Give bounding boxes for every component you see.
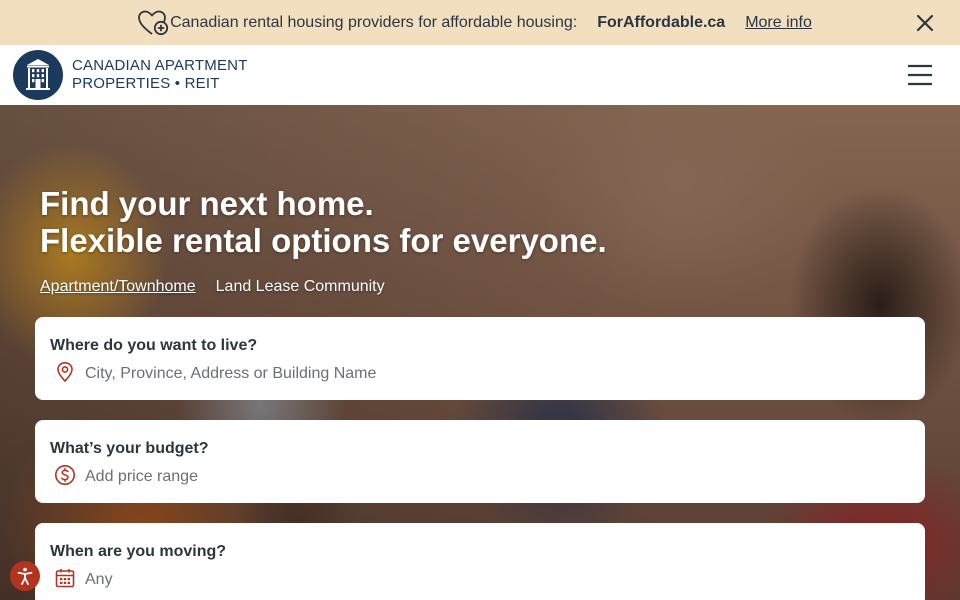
budget-label: What’s your budget? <box>50 440 209 457</box>
banner-brand-link[interactable]: ForAffordable.ca <box>597 14 725 32</box>
hamburger-menu-icon[interactable] <box>908 64 932 86</box>
close-icon[interactable] <box>914 12 936 34</box>
budget-card[interactable]: What’s your budget? <box>35 420 925 503</box>
site-logo[interactable]: CANADIAN APARTMENT PROPERTIES • REIT <box>13 50 248 100</box>
logo-line-1: CANADIAN APARTMENT <box>72 57 248 74</box>
property-type-tabs: Apartment/Townhome Land Lease Community <box>40 278 385 296</box>
map-pin-icon <box>57 361 73 383</box>
calendar-icon <box>55 569 75 588</box>
logo-line-2: PROPERTIES • REIT <box>72 75 220 92</box>
banner-text: Canadian rental housing providers for af… <box>170 13 578 31</box>
more-info-link[interactable]: More info <box>745 14 812 32</box>
location-search-card[interactable]: Where do you want to live? <box>35 317 925 400</box>
accessibility-button[interactable] <box>10 561 40 591</box>
site-header: CANADIAN APARTMENT PROPERTIES • REIT <box>0 45 960 105</box>
location-input[interactable] <box>85 363 885 385</box>
dollar-circle-icon <box>55 465 75 485</box>
announcement-banner: Canadian rental housing providers for af… <box>0 0 960 45</box>
accessibility-icon <box>17 567 33 585</box>
tab-apartment-townhome[interactable]: Apartment/Townhome <box>40 278 196 296</box>
move-date-card[interactable]: When are you moving? <box>35 523 925 600</box>
move-date-label: When are you moving? <box>50 543 227 560</box>
location-label: Where do you want to live? <box>50 337 258 354</box>
move-date-input[interactable] <box>85 569 885 591</box>
logo-wordmark: CANADIAN APARTMENT PROPERTIES • REIT <box>72 57 248 93</box>
hero-title: Find your next home. Flexible rental opt… <box>40 185 607 259</box>
building-logo-icon <box>13 50 63 100</box>
budget-input[interactable] <box>85 466 885 488</box>
heart-plus-icon <box>138 10 169 35</box>
hero-title-line-2: Flexible rental options for everyone. <box>40 222 607 259</box>
tab-land-lease-community[interactable]: Land Lease Community <box>216 278 385 296</box>
hero-title-line-1: Find your next home. <box>40 185 374 222</box>
hero-section: Find your next home. Flexible rental opt… <box>0 105 960 600</box>
